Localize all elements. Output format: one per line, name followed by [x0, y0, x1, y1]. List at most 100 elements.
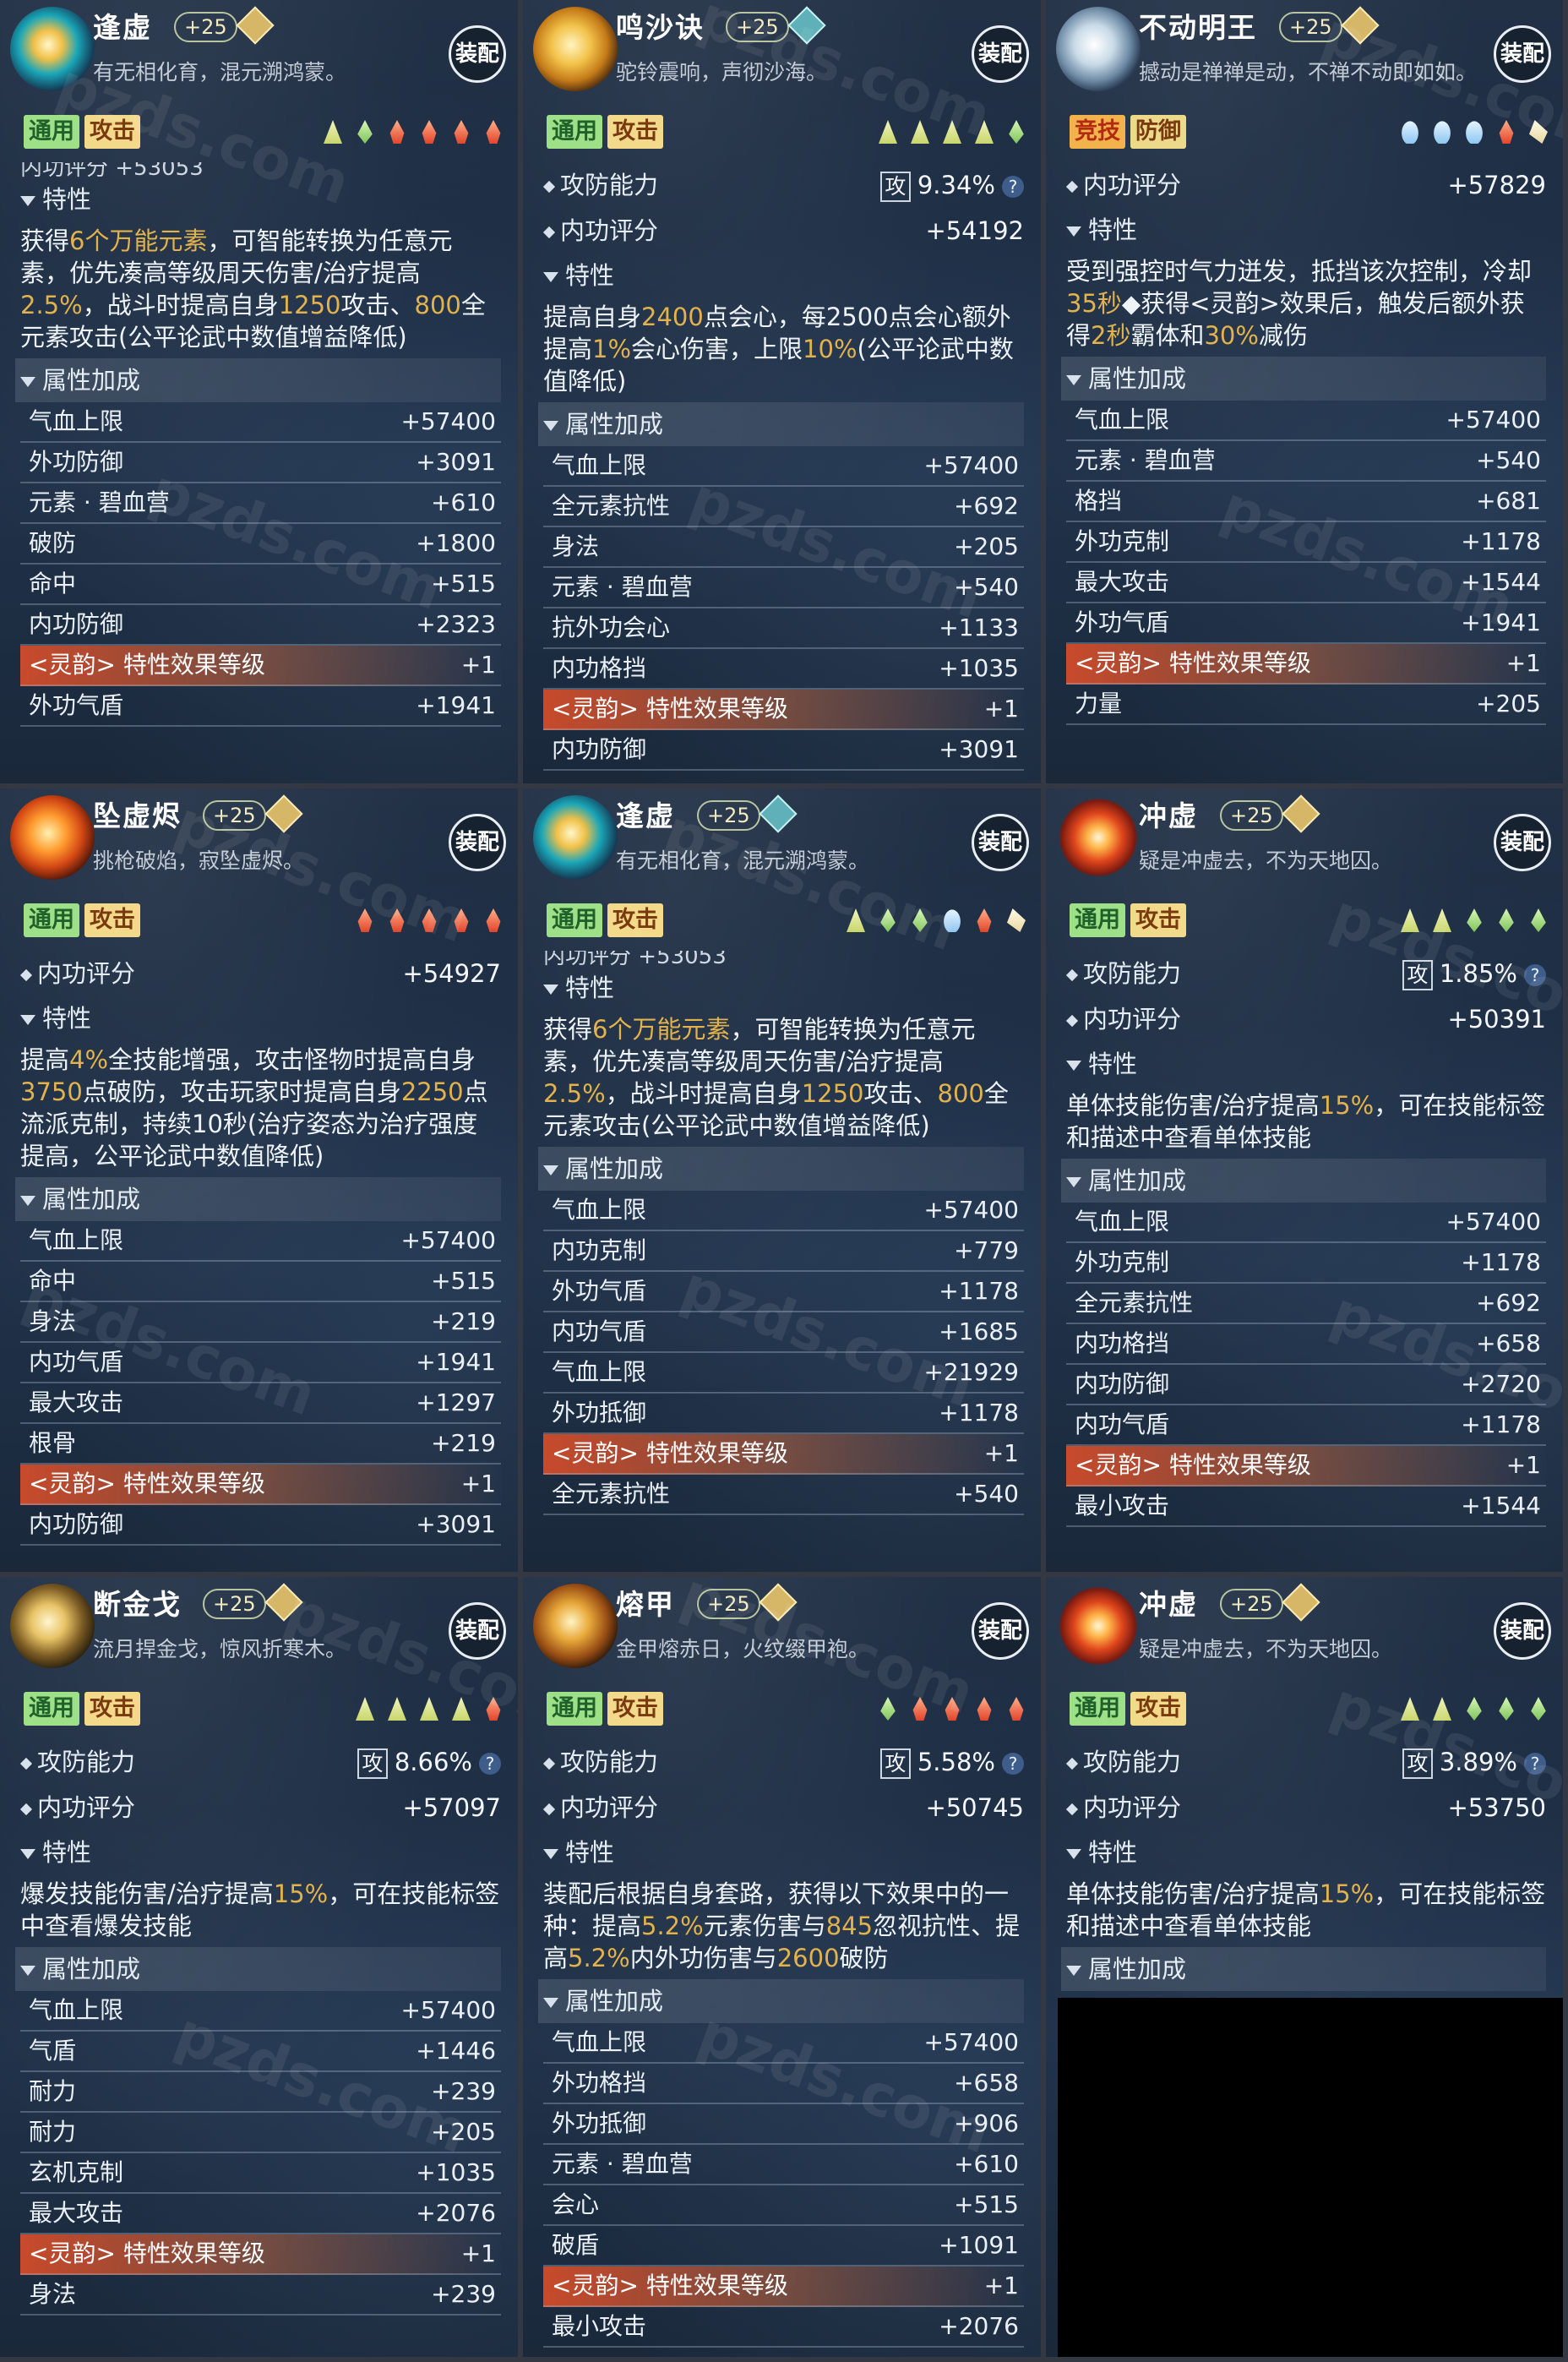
- trait-section-header[interactable]: 特性: [1066, 1042, 1546, 1086]
- attr-label: <灵韵> 特性效果等级: [552, 1439, 788, 1467]
- trait-section-header[interactable]: 特性: [1066, 208, 1546, 252]
- tag-general: 通用: [1070, 1692, 1125, 1726]
- attr-row: 最大攻击 +1297: [20, 1383, 501, 1424]
- desc-text: 元素伤害与: [703, 1912, 826, 1940]
- attr-value: +1: [460, 2239, 496, 2267]
- highlight-value: 2600: [776, 1944, 840, 1972]
- score-row: 内功评分 +54927: [19, 951, 501, 996]
- attr-section-header[interactable]: 属性加成: [538, 1979, 1024, 2023]
- attr-value: +1178: [1461, 527, 1541, 555]
- attr-row: 外功格挡 +658: [543, 2064, 1024, 2104]
- element-slots: [356, 908, 503, 932]
- attr-section-header[interactable]: 属性加成: [1061, 1947, 1546, 1991]
- attr-row: 内功格挡 +658: [1066, 1324, 1546, 1365]
- attr-value: +906: [954, 2109, 1019, 2137]
- question-icon[interactable]: ?: [1002, 1753, 1024, 1775]
- attr-section-header[interactable]: 属性加成: [15, 1947, 501, 1991]
- trait-section-header[interactable]: 特性: [543, 966, 1024, 1010]
- attr-label: <灵韵> 特性效果等级: [29, 651, 265, 679]
- attr-row: 元素 · 碧血营 +540: [1066, 441, 1546, 482]
- equip-button[interactable]: 装配: [449, 814, 506, 871]
- attr-row: 全元素抗性 +692: [1066, 1284, 1546, 1324]
- metal-element-icon: [1433, 908, 1451, 932]
- attr-label: 内功气盾: [552, 1317, 647, 1345]
- attr-row: 内功气盾 +1941: [20, 1343, 501, 1383]
- attr-row: 内功防御 +2720: [1066, 1365, 1546, 1405]
- attr-row: 元素 · 碧血营 +610: [20, 483, 501, 524]
- equip-button[interactable]: 装配: [972, 25, 1029, 83]
- equip-button[interactable]: 装配: [449, 1602, 506, 1660]
- highlight-value: 4%: [69, 1045, 109, 1074]
- attr-value: +57400: [400, 1226, 496, 1254]
- score-row: 内功评分 +57097: [19, 1785, 501, 1830]
- attack-box-icon: 攻: [879, 1748, 911, 1779]
- fire-element-icon: [389, 120, 405, 144]
- wood-element-icon: [880, 908, 896, 932]
- attr-value: +610: [431, 488, 496, 516]
- question-icon[interactable]: ?: [1524, 964, 1546, 986]
- question-icon[interactable]: ?: [1002, 176, 1024, 198]
- fire-element-icon: [486, 908, 501, 932]
- attr-section-header[interactable]: 属性加成: [1061, 357, 1546, 401]
- element-slots: [1401, 120, 1548, 144]
- trait-section-header[interactable]: 特性: [1066, 1830, 1546, 1874]
- attr-section-header[interactable]: 属性加成: [1061, 1159, 1546, 1203]
- equip-button[interactable]: 装配: [1494, 25, 1551, 83]
- desc-text: 攻击、: [863, 1079, 938, 1108]
- attr-row: 格挡 +681: [1066, 482, 1546, 522]
- attr-section-header[interactable]: 属性加成: [538, 1147, 1024, 1191]
- attr-value: +1178: [1461, 1410, 1541, 1438]
- wood-element-icon: [1499, 1697, 1514, 1721]
- trait-description: 提高4%全技能增强，攻击怪物时提高自身 3750点破防，攻击玩家时提高自身2250…: [20, 1040, 501, 1177]
- attr-label: 身法: [552, 532, 600, 560]
- attr-list: 气血上限 +57400 内功克制 +779 外功气盾 +1178 内功气盾 +1685 气血上限…: [543, 1191, 1024, 1515]
- attr-section-header[interactable]: 属性加成: [538, 402, 1024, 446]
- question-icon[interactable]: ?: [479, 1753, 501, 1775]
- question-icon[interactable]: ?: [1524, 1753, 1546, 1775]
- triangle-down-icon: [543, 1165, 558, 1176]
- equip-button[interactable]: 装配: [972, 814, 1029, 871]
- trait-section-header[interactable]: 特性: [543, 254, 1024, 297]
- equip-button[interactable]: 装配: [449, 25, 506, 83]
- attr-value: +1133: [939, 614, 1019, 641]
- attr-value: +1544: [1461, 1492, 1541, 1519]
- trait-section-header[interactable]: 特性: [20, 1830, 501, 1874]
- trait-section-header[interactable]: 特性: [20, 177, 501, 221]
- skill-subtitle: 流月捍金戈，惊风折寒木。: [93, 1637, 347, 1661]
- desc-text: 单体技能伤害/治疗提高: [1066, 1091, 1320, 1120]
- tag-general: 通用: [24, 115, 79, 149]
- trait-section-header[interactable]: 特性: [20, 996, 501, 1040]
- attr-label: 气血上限: [1075, 406, 1170, 434]
- equip-button[interactable]: 装配: [1494, 814, 1551, 871]
- skill-emblem-icon: [10, 795, 95, 880]
- trait-description: 获得6个万能元素，可智能转换为任意元素，优先凑高等级周天伤害/治疗提高2.5%，…: [20, 221, 501, 358]
- trait-section-header[interactable]: 特性: [543, 1830, 1024, 1874]
- attr-row: 耐力 +205: [20, 2113, 501, 2153]
- metal-element-icon: [356, 1697, 374, 1721]
- attr-row: 气血上限 +57400: [1066, 1203, 1546, 1243]
- fire-element-icon: [422, 908, 437, 932]
- attr-section-header[interactable]: 属性加成: [15, 358, 501, 402]
- equip-button[interactable]: 装配: [972, 1602, 1029, 1660]
- equip-button[interactable]: 装配: [1494, 1602, 1551, 1660]
- attr-label: 根骨: [29, 1429, 77, 1457]
- attr-value: +57400: [1446, 406, 1541, 434]
- wood-element-icon: [1467, 1697, 1482, 1721]
- wood-element-icon: [1531, 908, 1546, 932]
- diamond-bullet-icon: [542, 226, 556, 239]
- attr-value: +1544: [1461, 568, 1541, 596]
- highlight-value: 2秒: [1091, 321, 1131, 350]
- attr-section-header[interactable]: 属性加成: [15, 1177, 501, 1221]
- attr-value: +1: [983, 1439, 1019, 1467]
- attr-label: 命中: [29, 570, 77, 597]
- skill-emblem-icon: [1056, 795, 1141, 880]
- skill-title: 鸣沙诀: [616, 11, 705, 44]
- attr-label: 力量: [1075, 690, 1123, 717]
- attr-label: 内功防御: [1075, 1370, 1170, 1398]
- skill-subtitle: 有无相化育，混元溯鸿蒙。: [616, 848, 870, 873]
- element-slots: [879, 1697, 1026, 1721]
- metal-element-icon: [388, 1697, 406, 1721]
- attr-value: +57400: [400, 407, 496, 435]
- desc-text: 全技能增强，攻击怪物时提高自身: [108, 1045, 476, 1074]
- attr-label: 外功气盾: [29, 691, 124, 719]
